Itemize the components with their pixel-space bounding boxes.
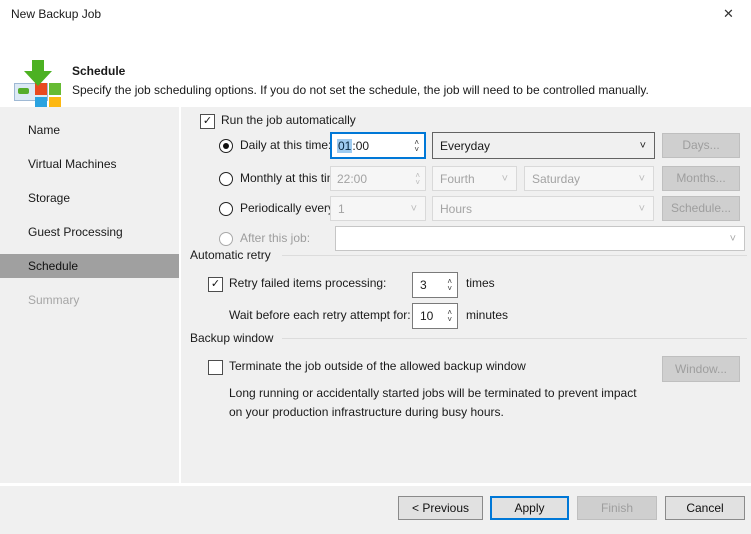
backup-job-icon xyxy=(14,60,62,114)
monthly-radio[interactable] xyxy=(219,172,233,186)
new-backup-job-dialog: New Backup Job ✕ Schedule Specify the jo… xyxy=(0,0,751,534)
sidebar-divider xyxy=(179,107,181,483)
wait-minutes-input[interactable]: 10 ˄ ˅ xyxy=(412,303,458,329)
daily-time-input[interactable]: 01:00 ˄ ˅ xyxy=(330,132,426,159)
chevron-down-icon: ˅ xyxy=(638,172,645,185)
window-button: Window... xyxy=(662,356,740,382)
chevron-down-icon: ˅ xyxy=(410,202,417,215)
previous-button[interactable]: < Previous xyxy=(398,496,483,520)
automatic-retry-group-title: Automatic retry xyxy=(190,248,271,262)
spin-down-icon: ˅ xyxy=(415,177,420,187)
wizard-header: Schedule Specify the job scheduling opti… xyxy=(0,28,751,109)
sidebar-item-virtual-machines[interactable]: Virtual Machines xyxy=(0,152,179,176)
monthly-time-input: 22:00 ˄ ˅ xyxy=(330,166,426,191)
daily-label: Daily at this time: xyxy=(240,138,332,152)
after-job-label: After this job: xyxy=(240,231,311,245)
monthly-day-select: Saturday ˅ xyxy=(524,166,654,191)
after-job-select: ˅ xyxy=(335,226,745,251)
daily-time-hours[interactable]: 01 xyxy=(337,138,353,153)
chevron-down-icon: ˅ xyxy=(729,232,736,245)
sidebar-item-summary: Summary xyxy=(28,293,80,307)
backup-window-description-line1: Long running or accidentally started job… xyxy=(229,386,637,400)
backup-window-description-line2: on your production infrastructure during… xyxy=(229,405,504,419)
spin-down-icon[interactable]: ˅ xyxy=(447,316,452,324)
chevron-down-icon: ˅ xyxy=(501,172,508,185)
close-icon[interactable]: ✕ xyxy=(706,0,751,28)
step-title: Schedule xyxy=(72,64,126,78)
monthly-week-select: Fourth ˅ xyxy=(432,166,517,191)
periodically-unit-select: Hours ˅ xyxy=(432,196,654,221)
sidebar-item-schedule[interactable]: Schedule xyxy=(0,254,179,278)
sidebar-item-storage[interactable]: Storage xyxy=(0,186,179,210)
retry-suffix-label: times xyxy=(466,276,495,290)
wait-minutes-value[interactable]: 10 xyxy=(420,309,433,323)
terminate-label: Terminate the job outside of the allowed… xyxy=(229,359,526,373)
periodically-value-select: 1 ˅ xyxy=(330,196,426,221)
daily-time-minutes[interactable]: 00 xyxy=(356,139,369,153)
apply-button[interactable]: Apply xyxy=(490,496,569,520)
periodically-value: 1 xyxy=(338,201,345,216)
cancel-button[interactable]: Cancel xyxy=(665,496,745,520)
run-automatically-checkbox[interactable]: ✓ xyxy=(200,114,215,129)
wait-label: Wait before each retry attempt for: xyxy=(229,308,411,322)
retry-count-value[interactable]: 3 xyxy=(420,278,427,292)
periodically-unit-value: Hours xyxy=(440,201,473,216)
retry-label: Retry failed items processing: xyxy=(229,276,387,290)
retry-count-input[interactable]: 3 ˄ ˅ xyxy=(412,272,458,298)
window-title: New Backup Job xyxy=(11,7,102,21)
step-description: Specify the job scheduling options. If y… xyxy=(72,83,649,97)
sidebar-item-guest-processing[interactable]: Guest Processing xyxy=(0,220,179,244)
daily-time-spinner[interactable]: ˄ ˅ xyxy=(414,138,424,153)
backup-window-group-title: Backup window xyxy=(190,331,274,345)
periodically-label: Periodically every: xyxy=(240,201,338,215)
spin-down-icon[interactable]: ˅ xyxy=(447,285,452,293)
group-line xyxy=(282,338,747,339)
schedule-button: Schedule... xyxy=(662,196,740,221)
days-button: Days... xyxy=(662,133,740,158)
monthly-week-value: Fourth xyxy=(440,171,475,186)
periodically-radio[interactable] xyxy=(219,202,233,216)
daily-frequency-value: Everyday xyxy=(440,138,491,153)
daily-frequency-select[interactable]: Everyday ˅ xyxy=(432,132,655,159)
retry-checkbox[interactable]: ✓ xyxy=(208,277,223,292)
months-button: Months... xyxy=(662,166,740,191)
wait-minutes-spinner[interactable]: ˄ ˅ xyxy=(447,309,457,324)
chevron-down-icon: ˅ xyxy=(639,139,646,152)
titlebar: New Backup Job ✕ xyxy=(0,0,751,28)
wait-suffix-label: minutes xyxy=(466,308,509,322)
after-job-radio xyxy=(219,232,233,246)
run-automatically-label: Run the job automatically xyxy=(221,113,356,127)
monthly-time-value: 22:00 xyxy=(337,171,368,186)
finish-button: Finish xyxy=(577,496,657,520)
spin-down-icon[interactable]: ˅ xyxy=(414,145,419,153)
monthly-day-value: Saturday xyxy=(532,171,581,186)
monthly-time-spinner: ˄ ˅ xyxy=(415,171,425,187)
chevron-down-icon: ˅ xyxy=(638,202,645,215)
daily-radio[interactable] xyxy=(219,139,233,153)
sidebar-item-name[interactable]: Name xyxy=(0,118,179,142)
group-line xyxy=(282,255,747,256)
retry-count-spinner[interactable]: ˄ ˅ xyxy=(447,278,457,293)
terminate-checkbox[interactable] xyxy=(208,360,223,375)
